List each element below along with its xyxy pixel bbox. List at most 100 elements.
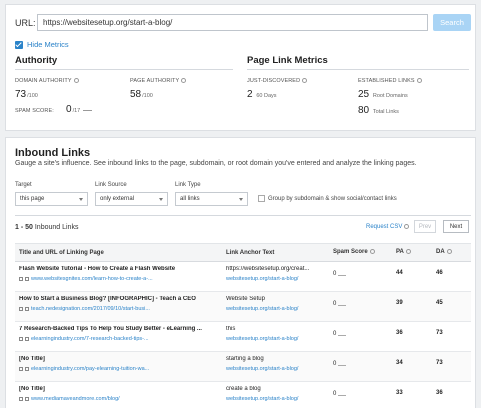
da-cell: 46	[432, 261, 471, 292]
pa-cell: 39	[392, 291, 432, 322]
domain-authority-label: DOMAIN AUTHORITY	[15, 78, 79, 84]
pa-cell: 34	[392, 351, 432, 382]
info-icon[interactable]	[73, 78, 79, 84]
hide-metrics-toggle[interactable]: Hide Metrics	[15, 40, 69, 49]
linking-page-url[interactable]: elearningindustry.com/7-research-backed-…	[19, 336, 218, 342]
linking-page-cell: 7 Research-Backed Tips To Help You Study…	[15, 321, 222, 352]
spam-bar-icon	[338, 333, 347, 336]
column-header[interactable]: PA	[392, 243, 432, 262]
anchor-target-link[interactable]: websitesetup.org/start-a-blog/	[226, 306, 325, 312]
just-discovered-value: 2 60 Days	[247, 89, 277, 100]
info-icon	[369, 249, 375, 255]
target-label: Target	[15, 182, 32, 188]
anchor-cell: starting a blog websitesetup.org/start-a-…	[222, 351, 329, 382]
linking-page-cell: [No Title] elearningindustry.com/pay-elea…	[15, 351, 222, 382]
anchor-cell: https://websitesetup.org/creat... website…	[222, 261, 329, 292]
anchor-target-link[interactable]: websitesetup.org/start-a-blog/	[226, 366, 325, 372]
link-source-select[interactable]: only external	[95, 192, 168, 206]
url-label: URL:	[15, 18, 36, 28]
linking-page-title: [No Title]	[19, 386, 45, 392]
inbound-links-panel: Inbound Links Gauge a site's influence. …	[5, 137, 476, 408]
page-icon	[19, 307, 23, 311]
external-link-icon[interactable]	[25, 307, 29, 311]
anchor-target-link[interactable]: websitesetup.org/start-a-blog/	[226, 276, 325, 282]
group-by-subdomain-checkbox[interactable]: Group by subdomain & show social/contact…	[258, 195, 397, 202]
info-icon[interactable]	[181, 78, 187, 84]
spam-score-cell: 0	[329, 381, 392, 408]
divider	[247, 69, 469, 70]
linking-page-url[interactable]: www.websitesgnites.com/learn-how-to-crea…	[19, 276, 218, 282]
domain-authority-value: 73/100	[15, 89, 38, 100]
authority-title: Authority	[15, 55, 58, 66]
prev-button[interactable]: Prev	[414, 220, 436, 233]
link-type-select[interactable]: all links	[175, 192, 248, 206]
linking-page-title: How to Start a Business Blog? [INFOGRAPH…	[19, 296, 196, 302]
just-discovered-label: JUST-DISCOVERED	[247, 78, 308, 84]
info-icon[interactable]	[302, 78, 308, 84]
request-csv-link[interactable]: Request CSV	[366, 224, 410, 230]
table-row: [No Title] www.mediamaveandmore.com/blog/…	[15, 381, 471, 408]
page-icon	[19, 277, 23, 281]
checkbox-icon	[258, 195, 265, 202]
da-cell: 73	[432, 351, 471, 382]
anchor-text: this	[226, 326, 236, 332]
anchor-text: https://websitesetup.org/creat...	[226, 266, 310, 272]
table-row: 7 Research-Backed Tips To Help You Study…	[15, 321, 471, 352]
external-link-icon[interactable]	[25, 397, 29, 401]
linking-page-url[interactable]: www.mediamaveandmore.com/blog/	[19, 396, 218, 402]
anchor-target-link[interactable]: websitesetup.org/start-a-blog/	[226, 336, 325, 342]
info-icon	[405, 249, 411, 255]
external-link-icon[interactable]	[25, 337, 29, 341]
page-icon	[19, 397, 23, 401]
info-icon	[404, 224, 410, 229]
linking-page-url[interactable]: teach.nedesignation.com/2017/09/10/start…	[19, 306, 218, 312]
anchor-cell: Website Setup websitesetup.org/start-a-bl…	[222, 291, 329, 322]
info-icon	[446, 249, 452, 255]
info-icon[interactable]	[416, 78, 422, 84]
checkbox-icon	[15, 40, 23, 49]
linking-page-title: Flash Website Tutorial - How to Create a…	[19, 266, 176, 272]
spam-score-cell: 0	[329, 261, 392, 292]
inbound-links-description: Gauge a site's influence. See inbound li…	[15, 160, 417, 167]
linking-page-url[interactable]: elearningindustry.com/pay-elearning-tuit…	[19, 366, 218, 372]
hide-metrics-label: Hide Metrics	[27, 40, 69, 49]
linking-page-title: [No Title]	[19, 356, 45, 362]
page-authority-label: PAGE AUTHORITY	[130, 78, 187, 84]
divider	[15, 215, 471, 216]
pa-cell: 36	[392, 321, 432, 352]
spam-score-value: 0/17	[66, 104, 93, 115]
chevron-down-icon	[239, 198, 243, 201]
chevron-down-icon	[159, 198, 163, 201]
next-button[interactable]: Next	[443, 220, 469, 233]
anchor-cell: this websitesetup.org/start-a-blog/	[222, 321, 329, 352]
inbound-links-title: Inbound Links	[15, 147, 91, 159]
link-source-label: Link Source	[95, 182, 127, 188]
search-button[interactable]: Search	[433, 14, 471, 31]
table-header-row: Title and URL of Linking Page Link Ancho…	[15, 243, 471, 262]
anchor-cell: create a blog websitesetup.org/start-a-bl…	[222, 381, 329, 408]
metrics-panel: URL: Search Hide Metrics Authority Page …	[5, 4, 476, 131]
page-icon	[19, 367, 23, 371]
pa-cell: 44	[392, 261, 432, 292]
column-header[interactable]: Spam Score	[329, 243, 392, 262]
column-header[interactable]: Title and URL of Linking Page	[15, 243, 222, 262]
spam-score-label: SPAM SCORE:	[15, 108, 54, 114]
column-header[interactable]: Link Anchor Text	[222, 243, 329, 262]
linking-page-cell: Flash Website Tutorial - How to Create a…	[15, 261, 222, 292]
external-link-icon[interactable]	[25, 367, 29, 371]
spam-bar-icon	[338, 363, 347, 366]
anchor-target-link[interactable]: websitesetup.org/start-a-blog/	[226, 396, 325, 402]
target-select[interactable]: this page	[15, 192, 88, 206]
inbound-count: 1 - 50 Inbound Links	[15, 224, 79, 231]
spam-bar-icon	[338, 303, 347, 306]
da-cell: 73	[432, 321, 471, 352]
url-input[interactable]	[37, 14, 428, 31]
da-cell: 45	[432, 291, 471, 322]
external-link-icon[interactable]	[25, 277, 29, 281]
link-type-label: Link Type	[175, 182, 201, 188]
table-row: [No Title] elearningindustry.com/pay-elea…	[15, 351, 471, 382]
anchor-text: Website Setup	[226, 296, 265, 302]
page-authority-value: 58/100	[130, 89, 153, 100]
column-header[interactable]: DA	[432, 243, 471, 262]
spam-score-cell: 0	[329, 351, 392, 382]
